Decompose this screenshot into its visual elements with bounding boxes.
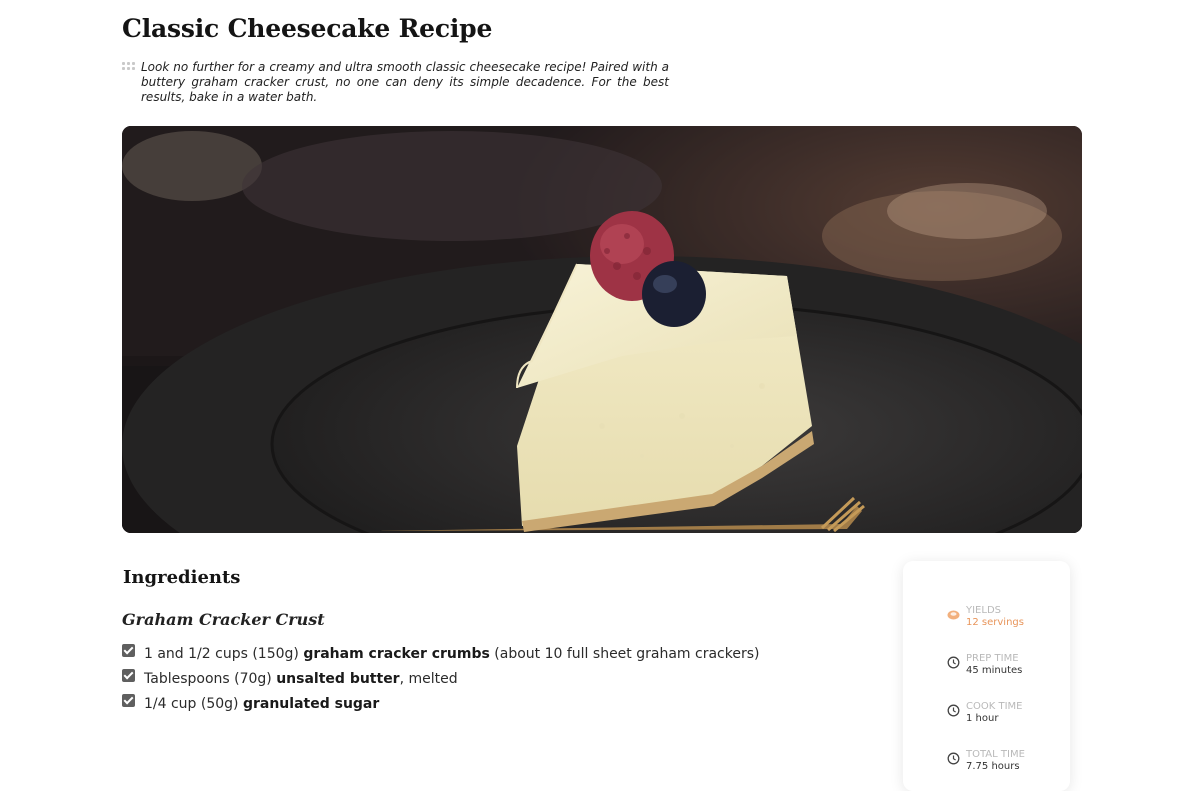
ingredient-group-title: Graham Cracker Crust	[122, 610, 325, 629]
recipe-meta-card: YIELDS 12 servings PREP TIME 45 minutes …	[903, 561, 1070, 791]
ingredient-text: 1/4 cup (50g) granulated sugar	[144, 696, 380, 712]
cook-time-label: COOK TIME	[966, 701, 1023, 712]
clock-icon	[947, 704, 960, 717]
clock-icon	[947, 656, 960, 669]
prep-time-label: PREP TIME	[966, 653, 1019, 664]
total-time-value: 7.75 hours	[966, 761, 1020, 772]
ingredient-text: 1 and 1/2 cups (150g) graham cracker cru…	[144, 646, 760, 662]
ingredient-item: 1 and 1/2 cups (150g) graham cracker cru…	[122, 643, 759, 668]
total-time-row: TOTAL TIME 7.75 hours	[947, 749, 1025, 773]
drag-handle-icon[interactable]	[122, 62, 136, 71]
servings-icon	[947, 610, 960, 620]
ingredient-checkbox[interactable]	[122, 694, 135, 707]
yields-label: YIELDS	[966, 605, 1001, 616]
yields-row: YIELDS 12 servings	[947, 605, 1024, 629]
yields-value: 12 servings	[966, 617, 1024, 628]
clock-icon	[947, 752, 960, 765]
prep-time-value: 45 minutes	[966, 665, 1023, 676]
ingredient-item: Tablespoons (70g) unsalted butter, melte…	[122, 668, 759, 693]
ingredients-heading: Ingredients	[123, 567, 241, 588]
ingredient-item: 1/4 cup (50g) granulated sugar	[122, 693, 759, 718]
recipe-intro: Look no further for a creamy and ultra s…	[141, 60, 669, 104]
ingredient-checkbox[interactable]	[122, 669, 135, 682]
page-title: Classic Cheesecake Recipe	[122, 14, 493, 43]
cook-time-row: COOK TIME 1 hour	[947, 701, 1022, 725]
recipe-hero-image	[122, 126, 1082, 533]
prep-time-row: PREP TIME 45 minutes	[947, 653, 1022, 677]
total-time-label: TOTAL TIME	[966, 749, 1025, 760]
ingredient-list: 1 and 1/2 cups (150g) graham cracker cru…	[122, 643, 759, 718]
ingredient-checkbox[interactable]	[122, 644, 135, 657]
cook-time-value: 1 hour	[966, 713, 999, 724]
ingredient-text: Tablespoons (70g) unsalted butter, melte…	[144, 671, 458, 687]
